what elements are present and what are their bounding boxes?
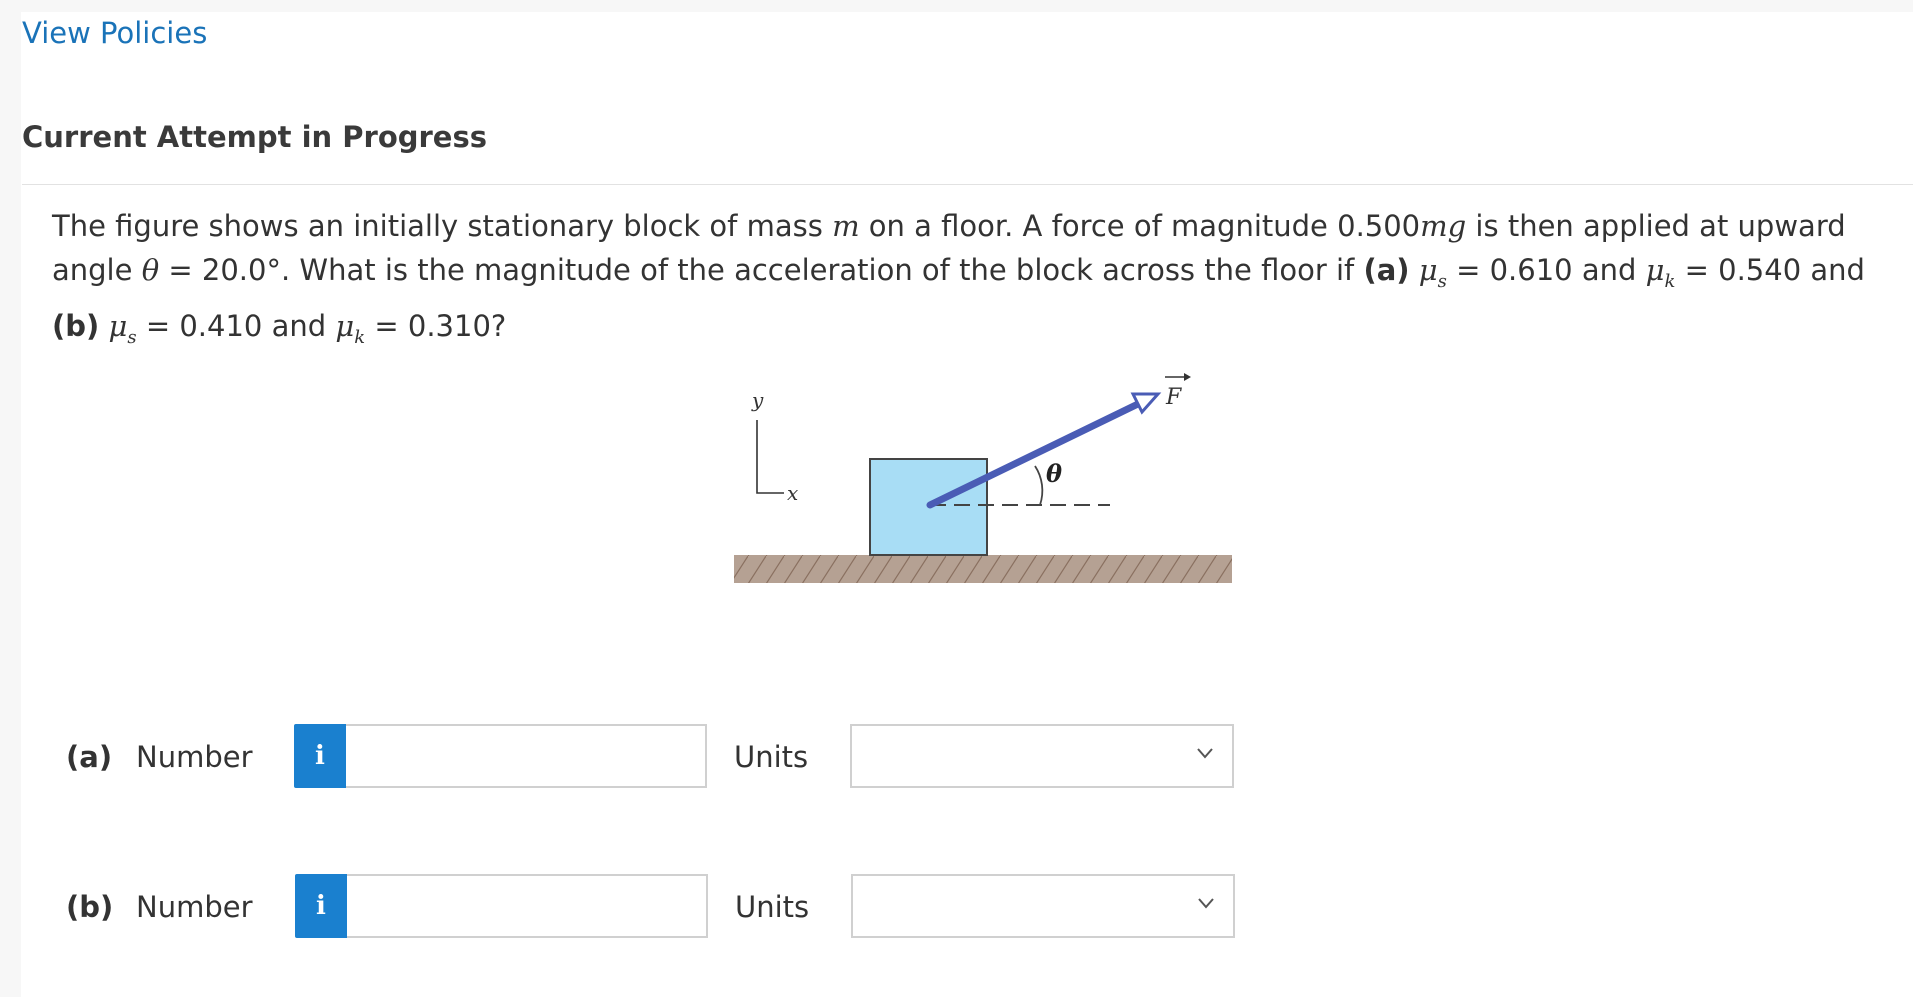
force-label: F — [1165, 385, 1182, 410]
divider — [22, 184, 1913, 185]
part-b-label: (b) — [66, 890, 114, 924]
part-b-number-label: Number — [136, 890, 253, 924]
part-a-number-label: Number — [136, 740, 253, 774]
y-axis-label: y — [751, 388, 764, 412]
part-a-units-select[interactable] — [850, 724, 1234, 788]
chevron-down-icon — [1198, 898, 1214, 909]
force-arrow-shaft — [926, 399, 1144, 509]
x-axis-label: x — [787, 481, 798, 505]
part-a-info-button[interactable]: i — [294, 724, 346, 788]
part-a-number-input[interactable] — [346, 724, 707, 788]
view-policies-link[interactable]: View Policies — [22, 16, 207, 50]
part-b-info-button[interactable]: i — [295, 874, 347, 938]
floor-hatch — [734, 555, 1232, 583]
part-a-units-label: Units — [734, 740, 809, 774]
force-vector-bar-tip — [1184, 373, 1191, 381]
block-force-figure: y x θ F — [734, 373, 1232, 583]
part-b-number-input[interactable] — [347, 874, 708, 938]
axes-corner — [756, 420, 784, 494]
force-arrow-head — [1130, 392, 1162, 415]
part-b-units-label: Units — [735, 890, 810, 924]
attempt-title: Current Attempt in Progress — [22, 120, 487, 154]
question-text: The figure shows an initially stationary… — [52, 209, 1865, 348]
part-a-label: (a) — [66, 740, 113, 774]
chevron-down-icon — [1197, 748, 1213, 759]
angle-arc — [1034, 465, 1044, 506]
theta-label: θ — [1046, 459, 1062, 488]
part-b-units-select[interactable] — [851, 874, 1235, 938]
